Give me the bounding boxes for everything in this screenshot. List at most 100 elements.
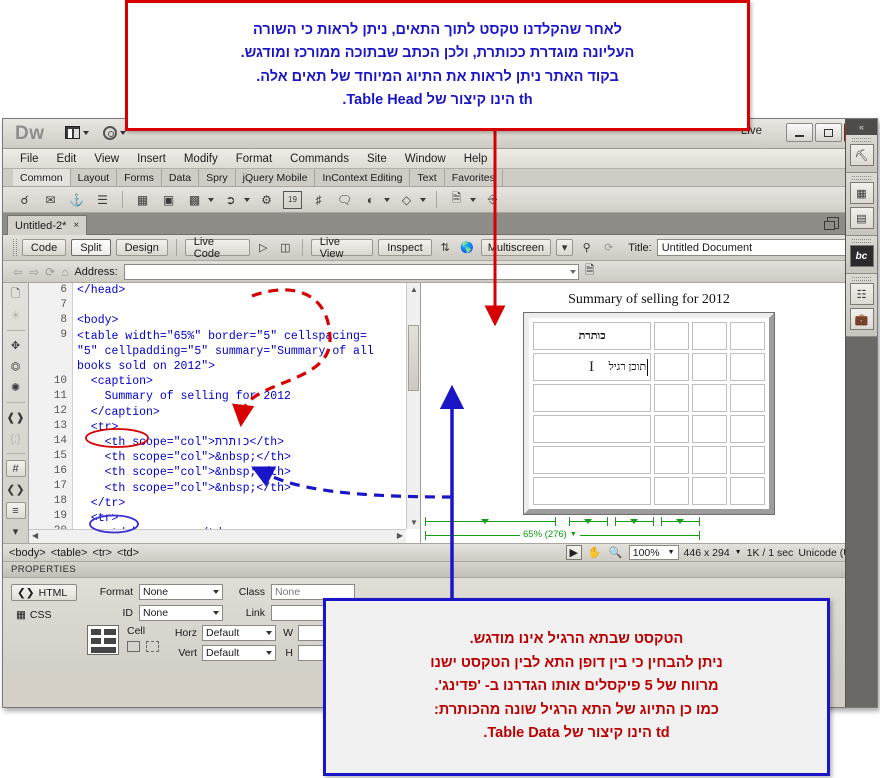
code-horizontal-scrollbar[interactable]: ◀ ▶ [29,529,406,543]
tab-jquery-mobile[interactable]: jQuery Mobile [236,169,316,186]
document-title-input[interactable]: Untitled Document [656,239,877,256]
design-pane[interactable]: Summary of selling for 2012 כותרת תוכן ר… [421,283,877,543]
templates-icon[interactable]: 🗎 [447,191,466,209]
back-arrow-icon[interactable]: ⇦ [13,265,23,279]
menu-item-edit[interactable]: Edit [48,149,86,169]
horizontal-rule-icon[interactable]: ☰ [93,191,112,209]
tab-forms[interactable]: Forms [117,169,162,186]
table-icon[interactable]: ▦ [133,191,152,209]
comment-icon[interactable]: 🗨 [335,191,354,209]
tag-selector-tr[interactable]: <tr> [92,547,112,559]
panel-grip[interactable] [852,176,871,180]
table-row[interactable] [533,446,765,474]
table-data-cell[interactable] [654,477,690,505]
insert-panel-icon[interactable]: ⛏ [849,144,874,166]
tag-selector-body[interactable]: <body> [9,547,46,559]
toolbar-grip[interactable] [13,239,17,256]
panel-grip[interactable] [852,138,871,142]
menu-item-format[interactable]: Format [227,149,281,169]
collapse-panels-button[interactable]: « [846,119,877,135]
scrollbar-thumb[interactable] [408,325,419,391]
widget-icon[interactable]: ⚙ [257,191,276,209]
balance-braces-icon[interactable]: {;} [6,430,26,447]
menu-item-insert[interactable]: Insert [128,149,175,169]
table-row[interactable] [533,415,765,443]
script-icon[interactable]: ◇ [397,191,416,209]
design-view-button[interactable]: Design [115,239,168,256]
expand-all-icon[interactable]: ✺ [6,379,26,396]
chevron-down-icon[interactable]: ▾ [556,239,574,256]
maximize-button[interactable] [815,123,842,142]
minimize-button[interactable] [786,123,813,142]
preview-in-browser-icon[interactable]: 🌎 [459,239,476,256]
reload-icon[interactable]: ⟳ [45,265,55,279]
table-data-cell[interactable] [533,384,652,412]
check-browser-compat-icon[interactable]: ◫ [277,239,294,256]
line-numbers-icon[interactable]: # [5,460,26,477]
panel-grip[interactable] [852,239,871,243]
visual-aids-icon[interactable]: ⚲ [578,239,595,256]
zoom-tool-icon[interactable]: 🔍 [608,545,624,560]
scroll-left-icon[interactable]: ◀ [32,531,38,540]
table-data-cell[interactable] [730,353,765,381]
table-data-cell[interactable] [692,477,728,505]
select-tool-icon[interactable]: ▶ [565,545,582,560]
panel-grip[interactable] [852,277,871,281]
table-data-cell[interactable] [533,446,652,474]
table-header-cell[interactable] [730,322,765,350]
table-row[interactable] [533,477,765,505]
collapse-full-tag-icon[interactable]: ✥ [6,337,26,354]
restore-window-icon[interactable] [824,217,839,230]
split-cell-icon[interactable] [146,641,159,652]
scroll-up-icon[interactable]: ▲ [410,285,418,294]
table-data-cell[interactable] [730,446,765,474]
email-link-icon[interactable]: ✉ [41,191,60,209]
tag-selector-table[interactable]: <table> [51,547,88,559]
close-icon[interactable]: × [73,220,79,231]
code-navigator-icon[interactable]: ☀ [6,307,26,324]
chevron-down-icon[interactable] [208,197,214,202]
menu-item-site[interactable]: Site [358,149,396,169]
date-icon[interactable]: 19 [283,190,302,209]
column-menu-icon[interactable] [630,519,638,524]
horz-select[interactable]: Default [202,625,276,641]
server-side-include-icon[interactable]: ♯ [309,191,328,209]
address-input[interactable] [123,263,579,280]
code-text[interactable]: </head> <body> <table width="65%" border… [77,283,406,529]
table-data-cell[interactable] [692,415,728,443]
live-view-button[interactable]: Live View [310,236,374,260]
chevron-down-icon[interactable] [569,269,576,274]
table-data-cell[interactable] [654,415,690,443]
menu-item-modify[interactable]: Modify [175,149,227,169]
file-management-icon[interactable]: 🗎 [585,261,595,282]
table-header-cell[interactable]: כותרת [533,322,652,350]
column-menu-icon[interactable] [481,519,489,524]
css-styles-icon[interactable]: ▦ [849,182,874,204]
apply-comment-icon[interactable]: ≡ [5,502,26,519]
select-parent-tag-icon[interactable]: ❰❱ [6,409,26,426]
column-menu-icon[interactable] [584,519,592,524]
forward-arrow-icon[interactable]: ⇨ [29,265,39,279]
chevron-down-icon[interactable] [470,197,476,202]
validate-markup-icon[interactable]: ▷ [255,239,272,256]
inspect-button[interactable]: Inspect [378,239,432,256]
refresh-icon[interactable]: ⟳ [600,239,617,256]
tag-selector-td[interactable]: <td> [117,547,139,559]
format-select[interactable]: None [139,584,223,600]
business-catalyst-icon[interactable]: bc [849,245,874,267]
tab-common[interactable]: Common [13,169,71,186]
tag-chooser-icon[interactable]: ⎆ [483,191,502,209]
table-data-cell[interactable] [730,384,765,412]
ap-elements-icon[interactable]: ▤ [849,207,874,229]
table-header-cell[interactable] [692,322,728,350]
assets-panel-icon[interactable]: 💼 [849,308,874,330]
table-data-cell[interactable] [533,415,652,443]
table-data-cell[interactable] [730,415,765,443]
files-panel-icon[interactable]: ☷ [849,283,874,305]
home-icon[interactable]: ⌂ [61,265,68,279]
highlight-invalid-code-icon[interactable]: ❮❯ [6,481,26,498]
table-row[interactable]: תוכן רגיל I [533,353,765,381]
table-data-cell[interactable] [692,353,728,381]
code-pane[interactable]: 6 7 8 9 10 11 12 13 14 15 16 17 18 19 20… [29,283,421,543]
tab-data[interactable]: Data [162,169,200,186]
